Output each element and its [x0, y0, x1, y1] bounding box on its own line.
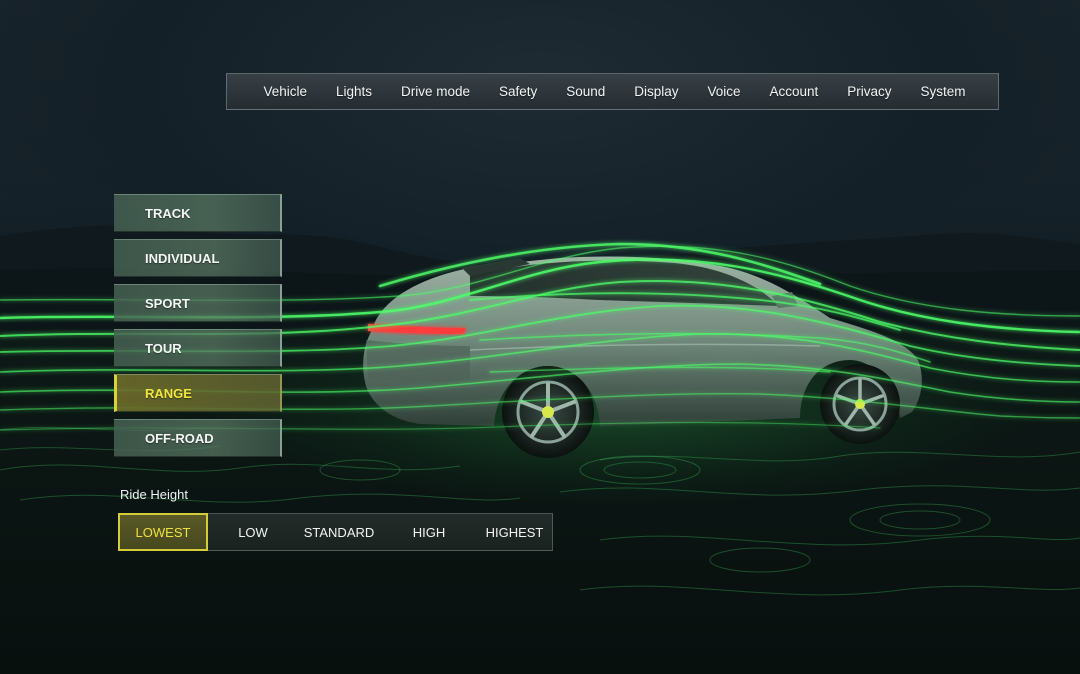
drive-mode-individual-button[interactable]: INDIVIDUAL — [114, 239, 282, 277]
nav-display[interactable]: Display — [634, 84, 678, 99]
nav-voice[interactable]: Voice — [708, 84, 741, 99]
drive-mode-track-button[interactable]: TRACK — [114, 194, 282, 232]
car-body — [363, 256, 922, 458]
drive-mode-off-road-button[interactable]: OFF-ROAD — [114, 419, 282, 457]
nav-privacy[interactable]: Privacy — [847, 84, 891, 99]
drive-mode-range-button[interactable]: RANGE — [114, 374, 282, 412]
nav-system[interactable]: System — [920, 84, 965, 99]
ride-height-low-option[interactable]: LOW — [208, 514, 298, 550]
ride-height-standard-option[interactable]: STANDARD — [298, 514, 380, 550]
ride-height-highest-option[interactable]: HIGHEST — [478, 514, 551, 550]
ride-height-lowest-option[interactable]: LOWEST — [118, 513, 208, 551]
settings-top-nav: Vehicle Lights Drive mode Safety Sound D… — [226, 73, 999, 110]
drive-mode-sport-button[interactable]: SPORT — [114, 284, 282, 322]
nav-lights[interactable]: Lights — [336, 84, 372, 99]
drive-mode-tour-button[interactable]: TOUR — [114, 329, 282, 367]
drive-mode-list: TRACK INDIVIDUAL SPORT TOUR RANGE OFF-RO… — [114, 194, 282, 464]
nav-safety[interactable]: Safety — [499, 84, 537, 99]
drive-mode-screen: Vehicle Lights Drive mode Safety Sound D… — [0, 0, 1080, 674]
nav-drive-mode[interactable]: Drive mode — [401, 84, 470, 99]
nav-vehicle[interactable]: Vehicle — [263, 84, 307, 99]
nav-sound[interactable]: Sound — [566, 84, 605, 99]
ride-height-label: Ride Height — [120, 487, 188, 502]
nav-account[interactable]: Account — [770, 84, 819, 99]
ride-height-high-option[interactable]: HIGH — [380, 514, 478, 550]
ride-height-selector: LOWEST LOW STANDARD HIGH HIGHEST — [118, 513, 553, 551]
